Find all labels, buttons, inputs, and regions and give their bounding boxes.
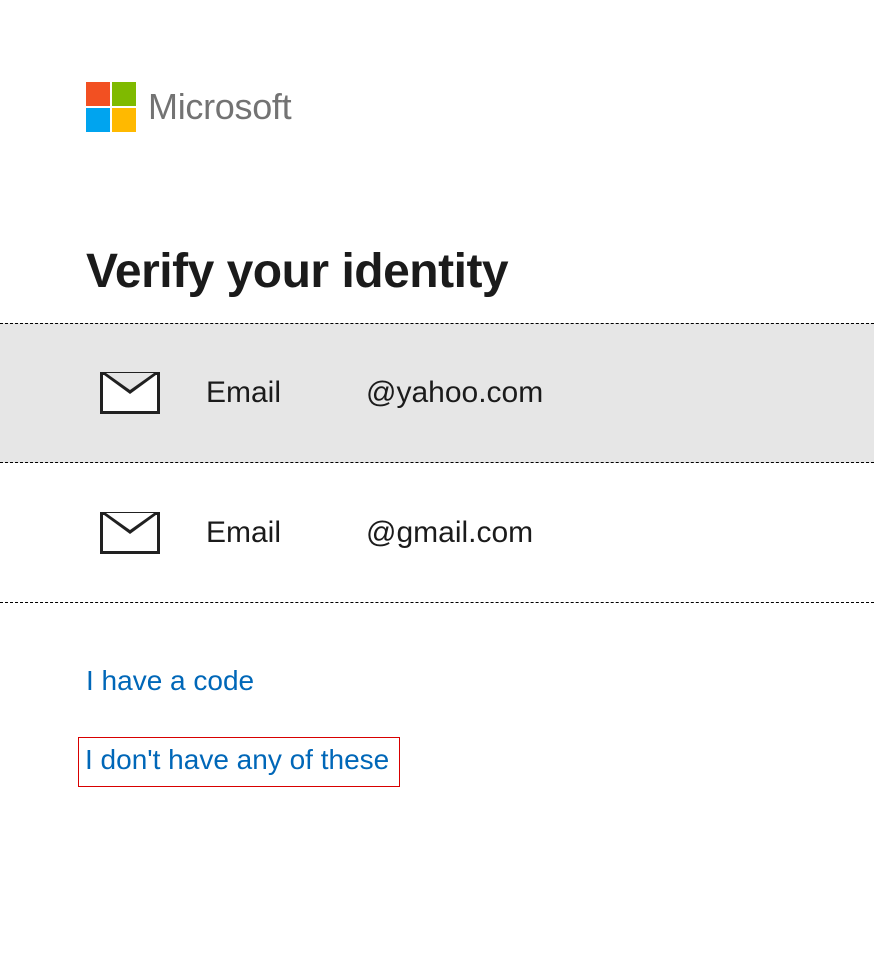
page-title: Verify your identity: [0, 132, 874, 323]
option-detail: @yahoo.com: [366, 376, 543, 410]
brand-name: Microsoft: [148, 86, 291, 128]
envelope-icon: [100, 512, 160, 554]
highlight-annotation: I don't have any of these: [78, 737, 400, 787]
envelope-icon: [100, 372, 160, 414]
option-label: Email: [206, 516, 366, 550]
have-code-link[interactable]: I have a code: [86, 665, 254, 697]
microsoft-logo-icon: [86, 82, 136, 132]
option-detail: @gmail.com: [366, 516, 533, 550]
verify-option-gmail[interactable]: Email @gmail.com: [0, 463, 874, 603]
alt-links: I have a code I don't have any of these: [0, 603, 874, 787]
no-options-link[interactable]: I don't have any of these: [85, 744, 389, 776]
brand-header: Microsoft: [0, 0, 874, 132]
option-label: Email: [206, 376, 366, 410]
verify-option-yahoo[interactable]: Email @yahoo.com: [0, 323, 874, 463]
